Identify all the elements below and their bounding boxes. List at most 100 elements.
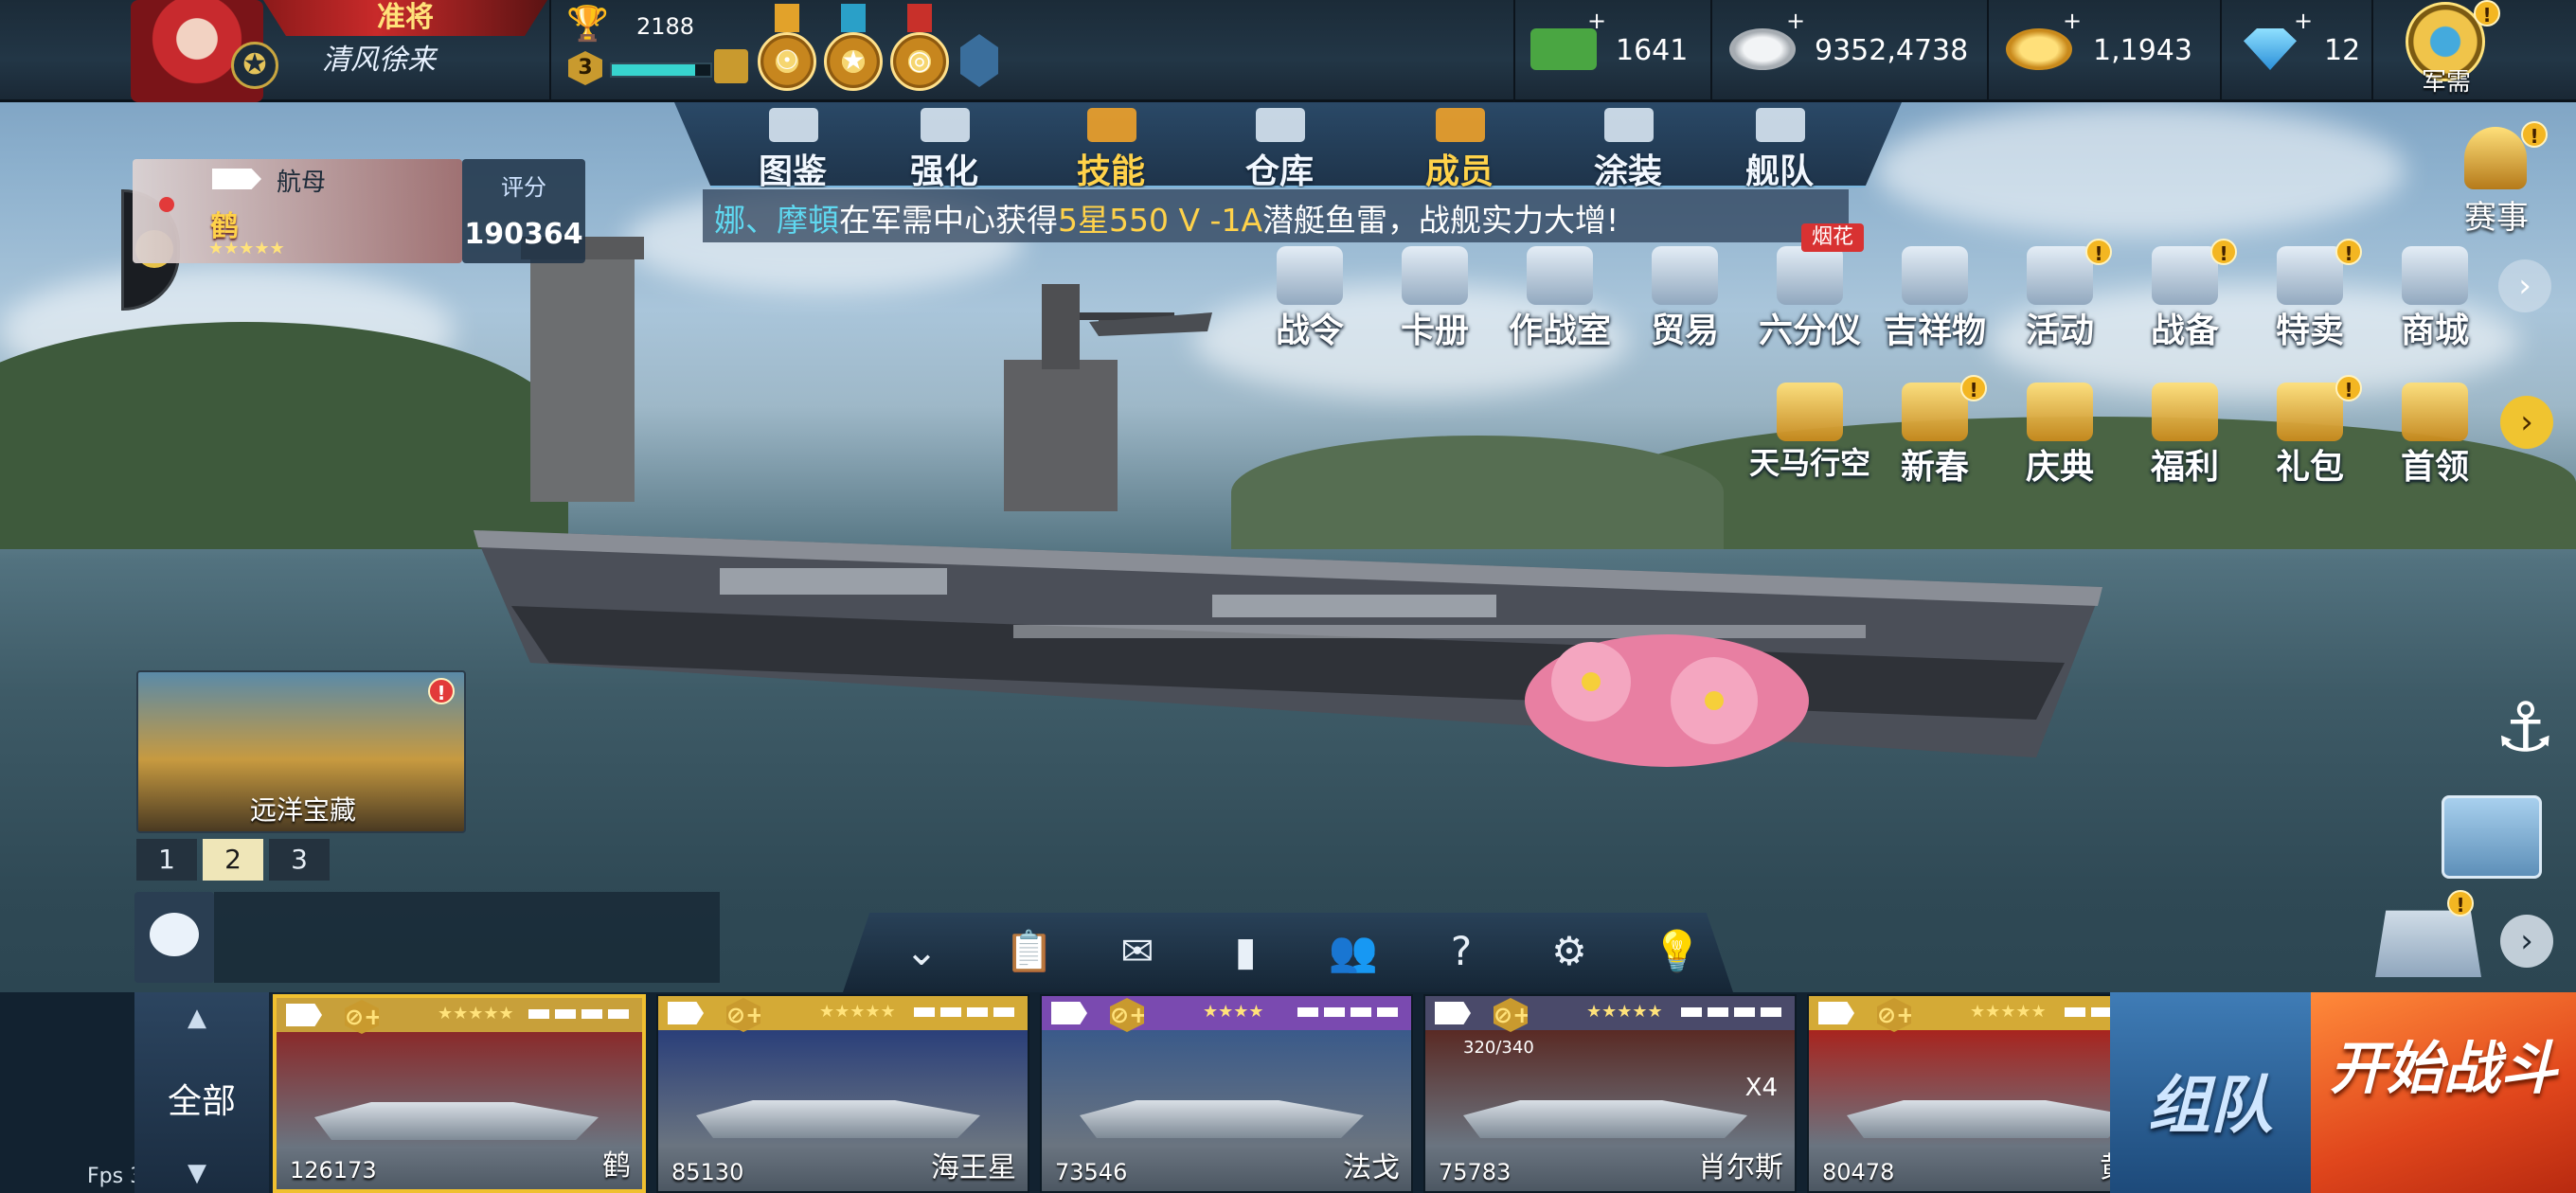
rank-star-icon: ✪ — [231, 42, 278, 89]
team-up-button[interactable]: 组队 — [2110, 992, 2311, 1193]
treasure-label: 远洋宝藏 — [249, 794, 356, 826]
event-badge: 烟花 — [1801, 223, 1864, 252]
function-button[interactable]: 六分仪 烟花 — [1748, 223, 1871, 356]
filter-all-button[interactable]: ▲ 全部 ▼ — [134, 992, 269, 1193]
ship-slot[interactable]: ⊘+10★★★★★75783肖尔斯320/340X4 — [1423, 994, 1797, 1193]
page-tab-1[interactable]: 1 — [136, 839, 197, 881]
alert-icon: ! — [428, 678, 455, 704]
chat-button[interactable] — [134, 892, 214, 983]
function-button[interactable]: 天马行空 — [1748, 379, 1871, 492]
tab-tuzhuang[interactable]: 涂装 — [1547, 102, 1708, 187]
function-button[interactable]: 礼包! — [2248, 375, 2371, 492]
friends-icon[interactable]: 👥 — [1318, 920, 1388, 983]
add-diamond-button[interactable]: + — [2294, 8, 2313, 34]
ship-slot[interactable]: ⊘+10★★★★73546法戈 — [1040, 994, 1413, 1193]
function-button[interactable]: 吉祥物 — [1873, 242, 1996, 356]
function-button[interactable]: 福利 — [2123, 379, 2246, 492]
pegasus-icon — [1777, 383, 1843, 441]
ship-stars: ★★★★★ — [819, 1002, 896, 1022]
row2-next-arrow-icon[interactable]: › — [2500, 396, 2553, 449]
ship-power: 80478 — [1822, 1159, 1895, 1185]
medal-3-icon[interactable]: ◎ — [890, 4, 949, 95]
row1-next-arrow-icon[interactable]: › — [2498, 259, 2551, 312]
paint-icon — [1604, 108, 1654, 142]
gold-amount: 1,1943 — [2093, 34, 2192, 67]
player-rank: 准将 — [377, 1, 434, 34]
boss-swords-icon — [2402, 383, 2468, 441]
ship-power: 85130 — [671, 1159, 744, 1185]
divider — [1710, 0, 1712, 102]
notification-dot — [159, 197, 174, 212]
ship-name: 法戈 — [1343, 1151, 1400, 1184]
medal-1-icon[interactable]: ☉ — [758, 4, 816, 95]
junxu-button[interactable]: ! 军需 — [2394, 0, 2500, 102]
function-label: 特卖 — [2275, 312, 2344, 350]
function-button[interactable]: 卡册 — [1373, 242, 1496, 356]
tab-chengyuan[interactable]: 成员 — [1379, 102, 1540, 187]
ship-name: 肖尔斯 — [1698, 1151, 1783, 1184]
function-button[interactable]: 活动! — [1998, 239, 2121, 356]
trophy-count: 2188 — [636, 13, 695, 40]
shield-rank-icon[interactable] — [960, 34, 998, 87]
add-gold-button[interactable]: + — [2063, 8, 2082, 34]
ship-durability: 320/340 — [1463, 1038, 1534, 1058]
tab-jiandui[interactable]: 舰队 — [1699, 102, 1860, 187]
settings-icon[interactable]: ⚙ — [1534, 920, 1604, 983]
expand-arrow-icon[interactable]: › — [2500, 915, 2553, 968]
function-button[interactable]: 战备! — [2123, 239, 2246, 356]
ticker-text: 在军需中心获得 — [839, 202, 1058, 239]
tab-qianghua[interactable]: 强化 — [864, 102, 1025, 187]
function-button[interactable]: 首领 — [2373, 379, 2496, 492]
function-button[interactable]: 商城 — [2373, 242, 2496, 356]
function-label: 首领 — [2400, 448, 2469, 487]
function-label: 礼包 — [2275, 448, 2344, 487]
function-label: 天马行空 — [1748, 445, 1870, 481]
page-tab-3[interactable]: 3 — [269, 839, 330, 881]
celebration-icon — [2027, 383, 2093, 441]
collapse-icon[interactable]: ⌄ — [886, 920, 957, 983]
medal-2-icon[interactable]: ★ — [824, 4, 883, 95]
tab-tujian[interactable]: 图鉴 — [712, 102, 873, 187]
ship-slot[interactable]: ⊘+10★★★★★85130海王星 — [656, 994, 1029, 1193]
function-label: 新春 — [1900, 448, 1969, 487]
ship-stars: ★★★★★ — [208, 239, 285, 258]
ship-stars: ★★★★★ — [1586, 1002, 1663, 1022]
scroll-down-icon[interactable]: ▼ — [188, 1159, 206, 1187]
world-map-button[interactable] — [2442, 795, 2542, 879]
level-gift-icon[interactable] — [714, 49, 748, 83]
ranking-icon[interactable]: ▮ — [1210, 920, 1280, 983]
gift-pack-icon — [2277, 383, 2343, 441]
add-silver-button[interactable]: + — [1786, 8, 1805, 34]
function-label: 六分仪 — [1758, 312, 1861, 350]
cash-stack-icon — [1530, 28, 1597, 70]
start-battle-button[interactable]: 开始战斗 — [2311, 992, 2576, 1193]
tab-jineng[interactable]: 技能 — [1030, 102, 1191, 187]
clipboard-icon[interactable]: 📋 — [994, 920, 1064, 983]
function-button[interactable]: 战令 — [1248, 242, 1371, 356]
score-value: 190364 — [464, 218, 583, 251]
function-button[interactable]: 庆典 — [1998, 379, 2121, 492]
ocean-treasure-banner[interactable]: ! 远洋宝藏 — [136, 670, 466, 833]
battle-pass-icon — [1277, 246, 1343, 305]
anchor-icon[interactable]: ⚓ — [2495, 687, 2556, 767]
scroll-up-icon[interactable]: ▲ — [188, 1004, 206, 1032]
diamond-amount: 12 — [2324, 34, 2361, 67]
function-button[interactable]: 作战室 — [1498, 242, 1621, 356]
tips-bulb-icon[interactable]: 💡 — [1642, 920, 1712, 983]
ship-slot[interactable]: ⊘+10★★★★★126173鹤 — [273, 994, 646, 1193]
function-button[interactable]: 贸易 — [1623, 242, 1746, 356]
main-tab-nav: 图鉴 强化 技能 仓库 成员 涂装 舰队 — [674, 102, 1902, 187]
add-cash-button[interactable]: + — [1587, 8, 1606, 34]
mail-icon[interactable]: ✉ — [1102, 920, 1172, 983]
ship-class-icon — [1051, 1002, 1087, 1024]
tab-cangku[interactable]: 仓库 — [1199, 102, 1360, 187]
chat-panel[interactable] — [214, 892, 720, 983]
tab-label: 图鉴 — [758, 152, 827, 191]
function-button[interactable]: 特卖! — [2248, 239, 2371, 356]
saishi-button[interactable]: ! 赛事 — [2440, 121, 2553, 237]
current-ship-card[interactable]: 航母 鹤 ★★★★★ — [133, 159, 462, 263]
page-tab-2[interactable]: 2 — [203, 839, 263, 881]
diamond-icon — [2244, 28, 2297, 70]
help-icon[interactable]: ? — [1426, 920, 1496, 983]
function-button[interactable]: 新春! — [1873, 375, 1996, 492]
